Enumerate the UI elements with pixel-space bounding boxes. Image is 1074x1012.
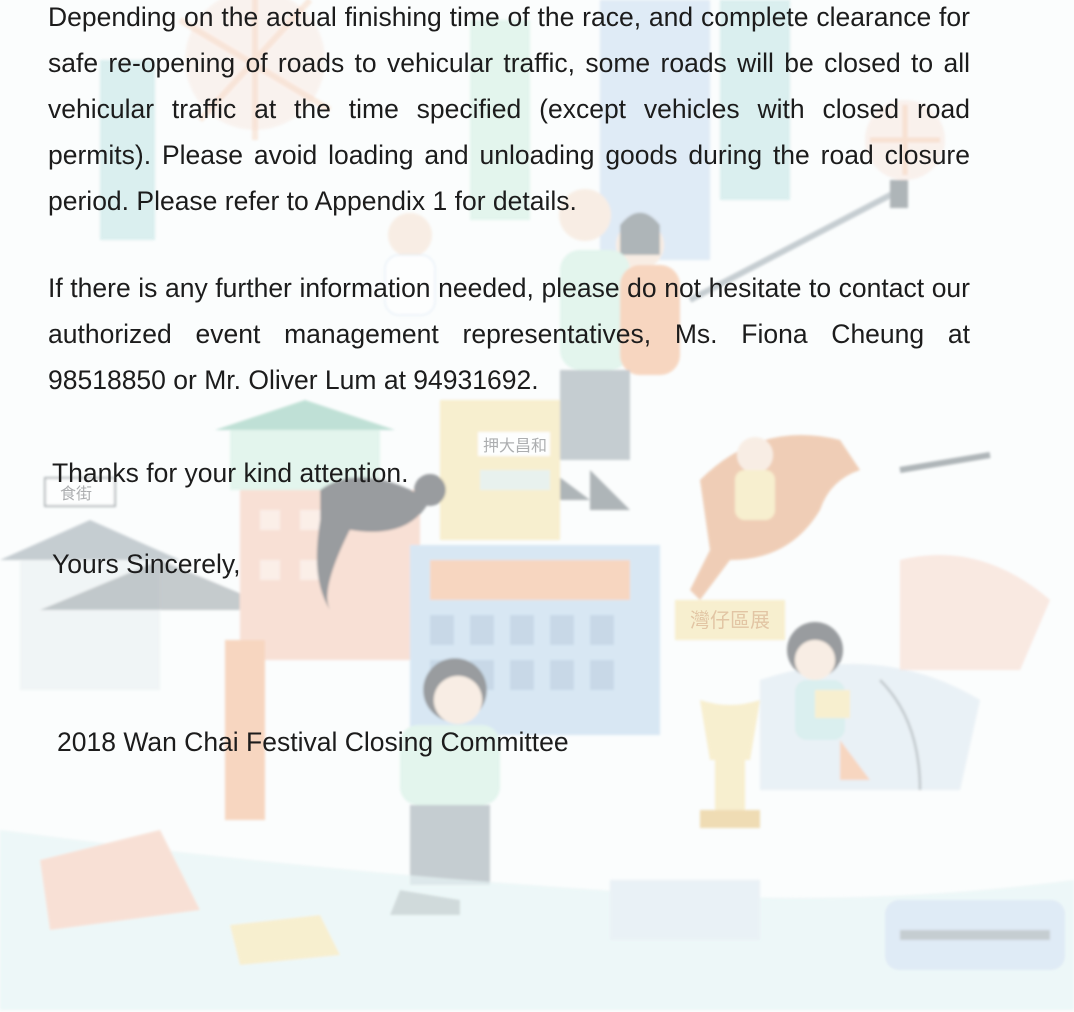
closing-salutation: Yours Sincerely, <box>52 549 241 579</box>
contact-paragraph: If there is any further information need… <box>48 273 970 395</box>
letter-body: Depending on the actual finishing time o… <box>0 0 1074 1012</box>
road-closure-paragraph: Depending on the actual finishing time o… <box>48 2 970 216</box>
signatory: 2018 Wan Chai Festival Closing Committee <box>57 727 569 757</box>
thanks-line: Thanks for your kind attention. <box>52 458 409 488</box>
